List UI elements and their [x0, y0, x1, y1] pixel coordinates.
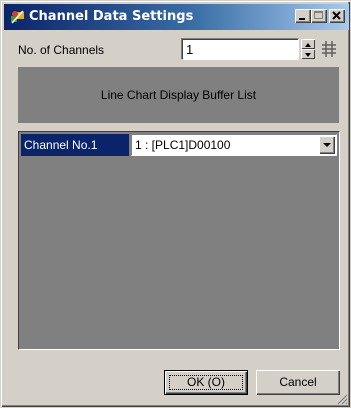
maximize-icon: [314, 11, 323, 19]
spin-down-button[interactable]: [301, 49, 315, 59]
buffer-list-header: Line Chart Display Buffer List: [18, 67, 339, 123]
window-title: Channel Data Settings: [29, 9, 194, 24]
channel-label: Channel No.1: [24, 138, 98, 152]
maximize-button[interactable]: [311, 9, 327, 23]
list-item[interactable]: Channel No.1 1 : [PLC1]D00100: [21, 134, 337, 156]
buffer-list-panel[interactable]: Channel No.1 1 : [PLC1]D00100: [18, 131, 340, 350]
channel-data-settings-dialog: Channel Data Settings No. of Channels 1 …: [0, 0, 351, 408]
ok-button[interactable]: OK (O): [164, 370, 248, 395]
title-bar[interactable]: Channel Data Settings: [4, 4, 349, 30]
buffer-list-title: Line Chart Display Buffer List: [100, 88, 257, 102]
channels-input[interactable]: 1: [181, 38, 299, 60]
channels-label: No. of Channels: [18, 43, 105, 57]
close-button[interactable]: [329, 9, 345, 23]
app-icon: [11, 10, 24, 24]
channels-value: 1: [186, 42, 194, 57]
channel-address-select[interactable]: 1 : [PLC1]D00100: [131, 134, 337, 156]
arrow-down-icon: [305, 53, 311, 57]
minimize-button[interactable]: [295, 9, 311, 23]
channel-label-cell[interactable]: Channel No.1: [21, 134, 129, 156]
focus-rect: [169, 375, 243, 390]
cancel-button-label: Cancel: [279, 375, 317, 389]
dropdown-button[interactable]: [319, 136, 335, 154]
close-icon: [332, 11, 341, 20]
channels-spinner[interactable]: [301, 39, 315, 59]
minimize-icon: [299, 18, 305, 20]
cancel-button[interactable]: Cancel: [256, 370, 340, 395]
resize-grip-icon[interactable]: [336, 393, 348, 405]
spin-up-button[interactable]: [301, 39, 315, 49]
chevron-down-icon: [323, 143, 331, 147]
channel-address-value: 1 : [PLC1]D00100: [135, 138, 231, 152]
grid-icon[interactable]: [319, 39, 339, 59]
